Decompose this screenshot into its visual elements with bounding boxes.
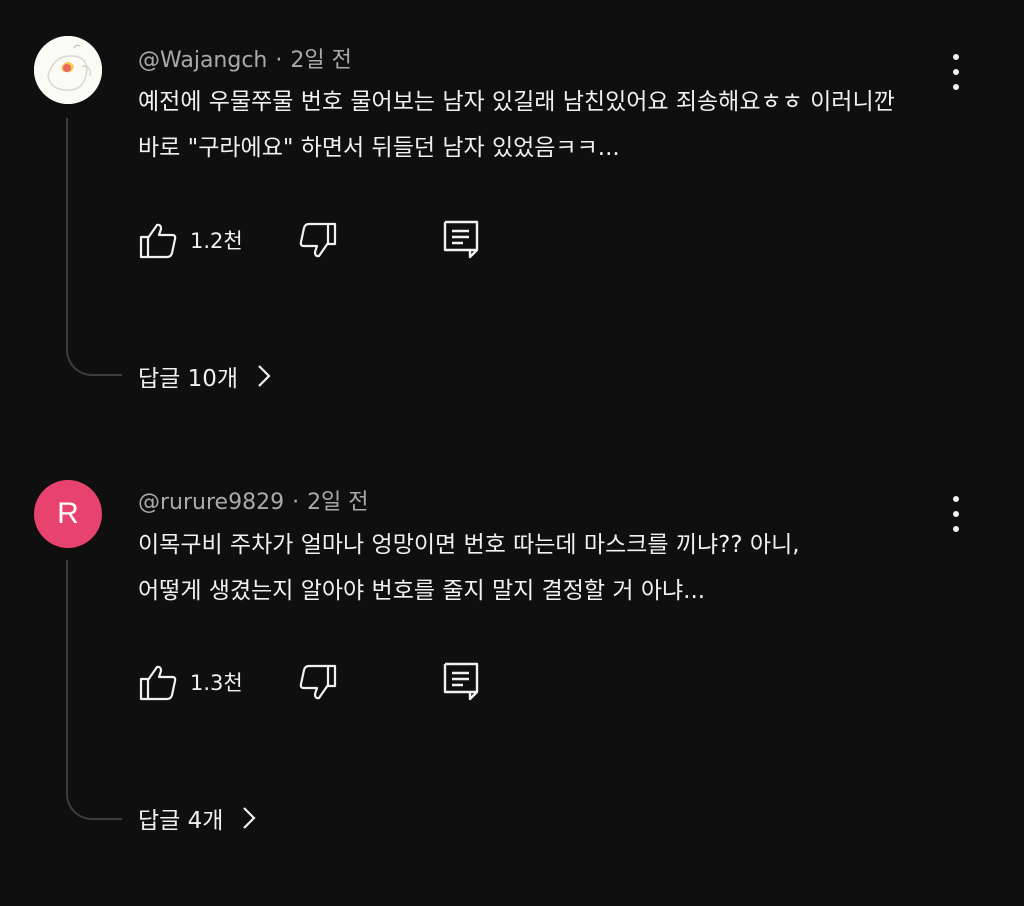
view-replies-button[interactable]: 답글 4개 (138, 800, 257, 836)
comment-actions: 1.3천 (138, 660, 498, 704)
thumbs-up-icon (139, 223, 177, 259)
meta-separator: · (292, 490, 300, 515)
avatar[interactable] (34, 36, 102, 104)
thread-line (66, 118, 122, 376)
comment-meta: @rurure9829 · 2일 전 (138, 484, 369, 516)
like-count: 1.3천 (190, 671, 243, 695)
comment-text-line: 어떻게 생겼는지 알아야 번호를 줄지 말지 결정할 거 아냐... (138, 578, 706, 604)
comment-icon (443, 220, 479, 259)
view-replies-button[interactable]: 답글 10개 (138, 358, 272, 394)
comment-text-line: 예전에 우물쭈물 번호 물어보는 남자 있길래 남친있어요 죄송해요ㅎㅎ 이러니… (138, 89, 895, 115)
reply-button[interactable] (442, 660, 480, 704)
avatar[interactable]: R (34, 480, 102, 548)
avatar-letter: R (57, 497, 79, 530)
more-vertical-icon (953, 54, 959, 60)
thumbs-down-icon (299, 664, 337, 700)
meta-separator: · (275, 48, 283, 73)
comment-icon (443, 662, 479, 701)
comment-meta: @Wajangch · 2일 전 (138, 42, 352, 74)
comments-page: @Wajangch · 2일 전 예전에 우물쭈물 번호 물어보는 남자 있길래 남… (0, 0, 1024, 906)
chevron-right-icon (243, 807, 256, 829)
more-vertical-icon (953, 496, 959, 502)
comment-actions: 1.2천 (138, 218, 498, 262)
replies-label: 답글 4개 (138, 808, 224, 834)
comment-text: 예전에 우물쭈물 번호 물어보는 남자 있길래 남친있어요 죄송해요ㅎㅎ 이러니… (138, 79, 958, 171)
avatar-image (34, 36, 102, 104)
thumbs-down-icon (299, 222, 337, 258)
comment-text-line: 이목구비 주차가 얼마나 엉망이면 번호 따는데 마스크를 끼냐?? 아니, (138, 532, 800, 558)
comment-time[interactable]: 2일 전 (290, 48, 351, 73)
author-name[interactable]: @Wajangch (138, 48, 267, 73)
dislike-button[interactable] (298, 218, 338, 262)
thread-line (66, 560, 122, 820)
dislike-button[interactable] (298, 660, 338, 704)
author-name[interactable]: @rurure9829 (138, 490, 284, 515)
like-button[interactable]: 1.2천 (138, 218, 243, 262)
comment-text-line: 바로 "구라에요" 하면서 뒤들던 남자 있었음ㅋㅋ... (138, 135, 620, 161)
comment-time[interactable]: 2일 전 (307, 490, 368, 515)
like-button[interactable]: 1.3천 (138, 660, 243, 704)
like-count: 1.2천 (190, 229, 243, 253)
comment-text: 이목구비 주차가 얼마나 엉망이면 번호 따는데 마스크를 끼냐?? 아니, 어… (138, 522, 958, 614)
replies-label: 답글 10개 (138, 366, 239, 392)
thumbs-up-icon (139, 665, 177, 701)
chevron-right-icon (258, 365, 271, 387)
reply-button[interactable] (442, 218, 480, 262)
